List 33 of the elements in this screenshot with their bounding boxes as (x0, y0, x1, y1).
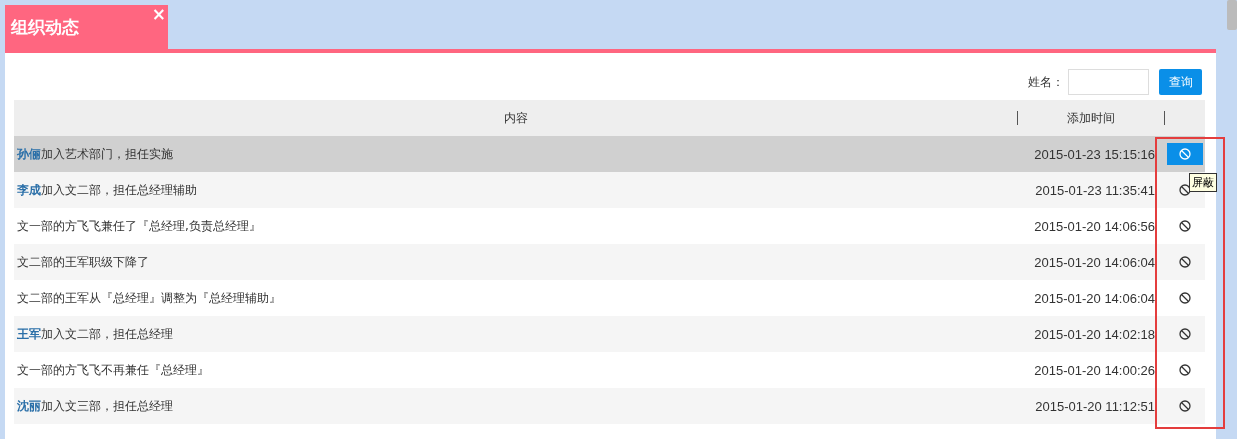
table-row[interactable]: 文二部的王军职级下降了 2015-01-20 14:06:04 (14, 244, 1205, 280)
column-header: 添加时间 (1067, 109, 1115, 127)
table-row[interactable]: 沈丽加入文三部，担任总经理 2015-01-20 11:12:51 (14, 388, 1205, 424)
event-text: 文一部的方飞飞兼任了『总经理,负责总经理』 (16, 217, 262, 235)
tab-title: 组织动态 (11, 15, 79, 39)
event-text: 文二部的王军从『总经理』调整为『总经理辅助』 (16, 289, 282, 307)
block-icon (1179, 220, 1191, 232)
time-cell-text: 2015-01-23 15:15:16 (1033, 146, 1156, 162)
event-text: 沈丽加入文三部，担任总经理 (16, 397, 174, 415)
event-text: 文一部的方飞飞不再兼任『总经理』 (16, 361, 210, 379)
time-cell-text: 2015-01-20 14:00:26 (1033, 362, 1156, 378)
time-cell-text: 2015-01-20 14:06:04 (1033, 290, 1156, 306)
name-field[interactable] (1068, 69, 1149, 95)
table-row[interactable]: 王军加入文二部，担任总经理 2015-01-20 14:02:18 (14, 316, 1205, 352)
block-icon (1179, 400, 1191, 412)
time-cell-text: 2015-01-20 14:02:18 (1033, 326, 1156, 342)
time-cell-text: 2015-01-23 11:35:41 (1034, 182, 1156, 198)
block-icon (1179, 148, 1191, 160)
event-text: 孙俪加入艺术部门，担任实施 (16, 145, 174, 163)
block-icon (1179, 292, 1191, 304)
event-text: 王军加入文二部，担任总经理 (16, 325, 174, 343)
block-icon (1179, 364, 1191, 376)
column-header: 内容 (503, 109, 528, 127)
table-row[interactable]: 孙俪加入艺术部门，担任实施 2015-01-23 15:15:16 (14, 136, 1205, 172)
name-label: 姓名： (1028, 73, 1064, 91)
event-text: 文二部的王军职级下降了 (16, 253, 150, 271)
tooltip: 屏蔽 (1189, 173, 1217, 192)
event-text: 李成加入文二部，担任总经理辅助 (16, 181, 198, 199)
time-cell-text: 2015-01-20 11:12:51 (1034, 398, 1156, 414)
time-cell-text: 2015-01-20 14:06:56 (1033, 218, 1156, 234)
block-icon (1179, 328, 1191, 340)
block-icon (1179, 256, 1191, 268)
time-cell-text: 2015-01-20 14:06:04 (1033, 254, 1156, 270)
